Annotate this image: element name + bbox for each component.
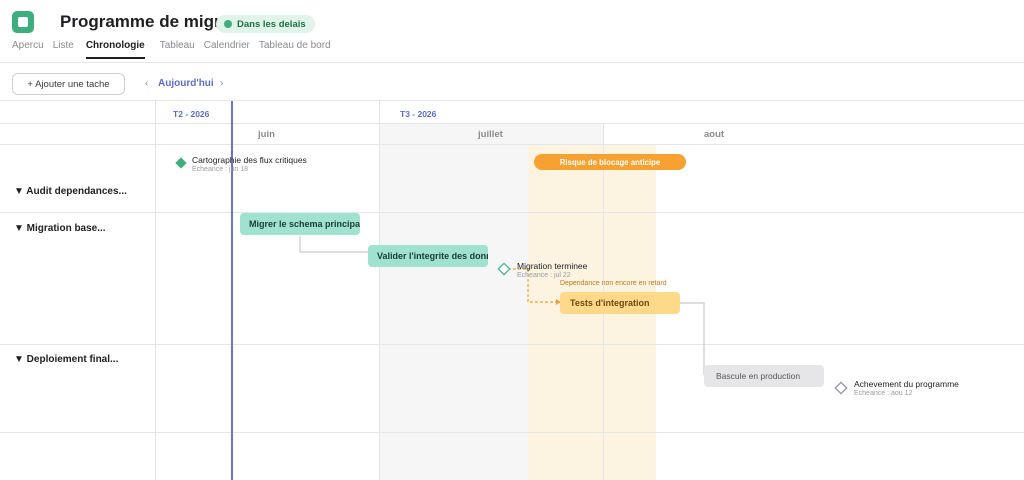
dependency-lines bbox=[299, 236, 705, 375]
task-bar-cutover[interactable]: Bascule en production bbox=[704, 365, 824, 387]
risk-bar[interactable]: Risque de blocage anticipe bbox=[534, 154, 686, 170]
milestone-diamond-icon[interactable] bbox=[175, 157, 187, 169]
dependency-note: Dependance non encore en retard bbox=[560, 280, 667, 287]
milestone-diamond-icon[interactable] bbox=[497, 262, 511, 276]
task-bar-integrity[interactable]: Valider l'integrite des donnees bbox=[368, 245, 488, 267]
milestone-title[interactable]: Migration terminee bbox=[517, 261, 587, 271]
milestone-diamond-icon[interactable] bbox=[834, 381, 848, 395]
milestone-title[interactable]: Cartographie des flux critiques bbox=[192, 155, 307, 165]
task-bar-schema[interactable]: Migrer le schema principal bbox=[240, 213, 360, 235]
milestone-title[interactable]: Achevement du programme bbox=[854, 379, 959, 389]
milestone-due: Echeance : aou 12 bbox=[854, 390, 913, 397]
milestone-due: Echeance : jun 18 bbox=[192, 166, 249, 173]
task-bar-tests[interactable]: Tests d'integration bbox=[560, 292, 680, 314]
milestone-due: Echeance : jul 22 bbox=[517, 272, 571, 279]
